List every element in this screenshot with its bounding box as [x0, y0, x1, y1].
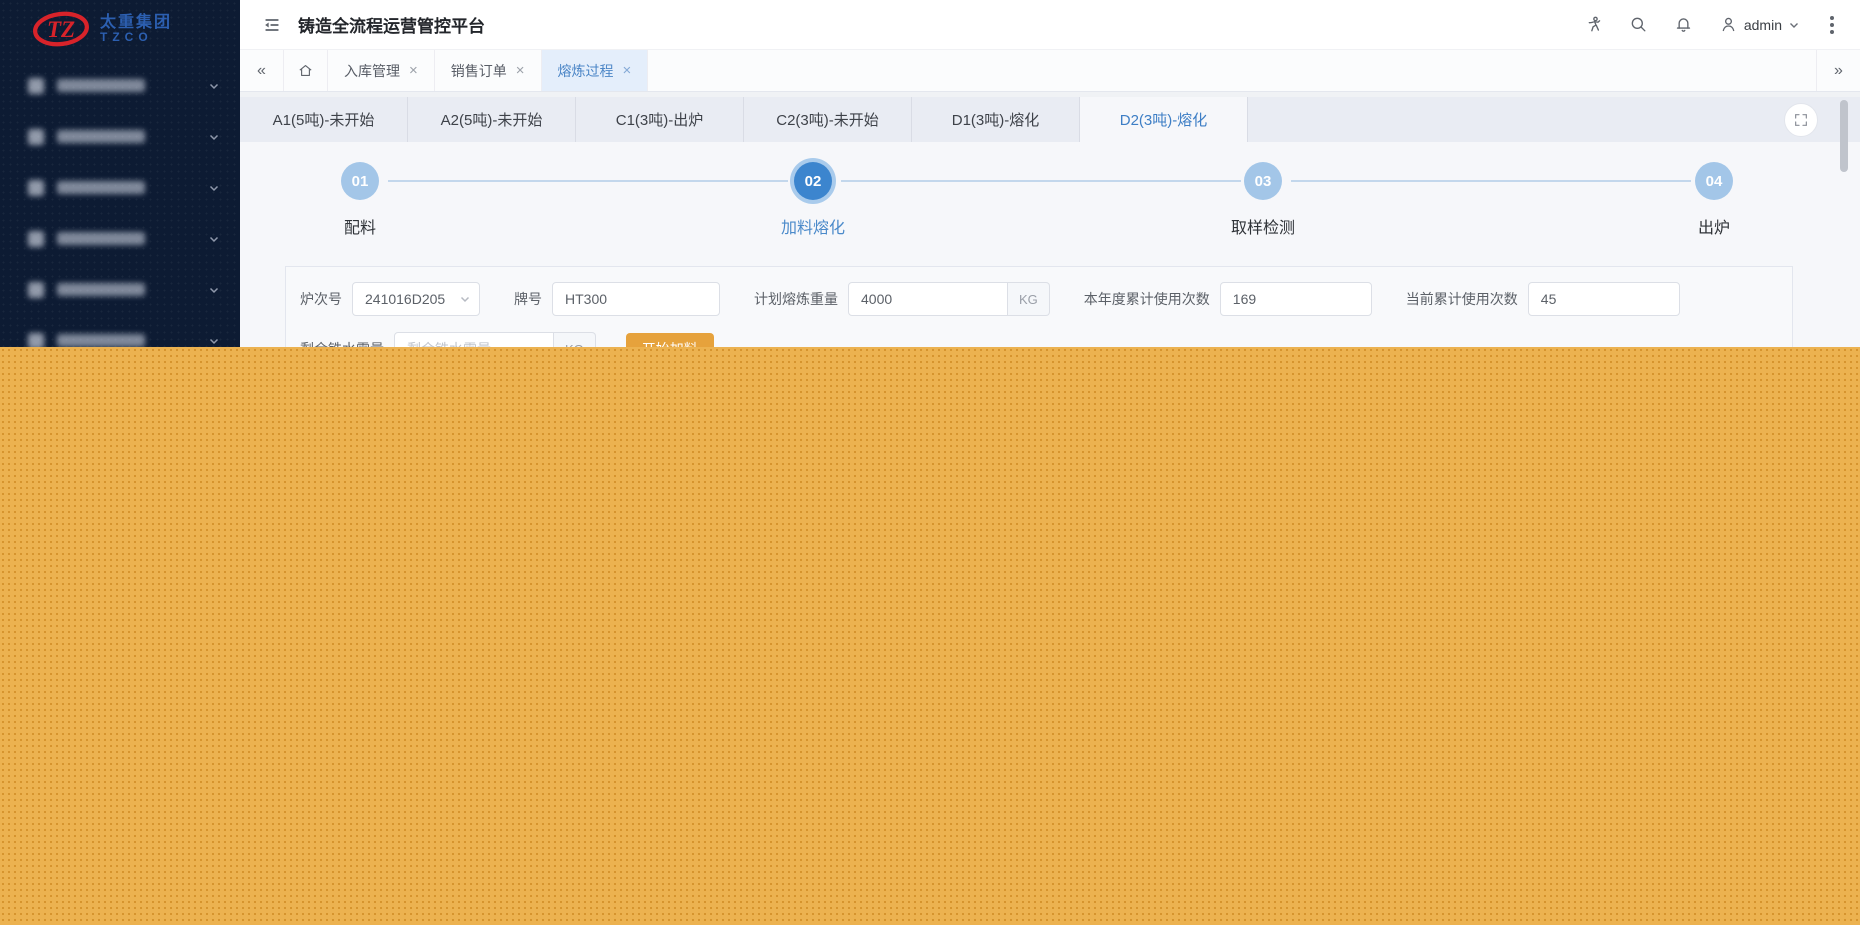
home-tab[interactable]	[284, 50, 328, 91]
tab-bar-spacer	[648, 50, 1816, 91]
current-usage-count-input[interactable]	[1527, 282, 1680, 316]
nav-tab-sales-order[interactable]: 销售订单	[435, 50, 542, 91]
process-stepper: 01 配料 02 加料熔化 03 取样检测 04 出炉	[240, 142, 1860, 254]
vertical-scrollbar-thumb[interactable]	[1840, 100, 1848, 172]
chevron-down-icon	[208, 233, 220, 245]
step-3-sampling-test[interactable]: 03 取样检测	[1231, 142, 1295, 238]
furnace-tab-d1[interactable]: D1(3吨)-熔化	[912, 97, 1080, 142]
step-label: 加料熔化	[780, 220, 846, 237]
sidebar-item-redacted-2[interactable]	[0, 111, 240, 162]
furnace-tab-a2[interactable]: A2(5吨)-未开始	[408, 97, 576, 142]
nav-tab-bar: 入库管理 销售订单 熔炼过程	[240, 50, 1860, 92]
sidebar-item-redacted-4[interactable]	[0, 213, 240, 264]
sidebar-item-redacted-1[interactable]	[0, 60, 240, 111]
step-connector	[841, 180, 1241, 182]
fullscreen-button[interactable]	[1784, 102, 1818, 137]
current-usage-count-label: 当前累计使用次数	[1405, 291, 1518, 307]
planned-melt-weight-input[interactable]	[848, 282, 1008, 316]
header-actions: admin	[1584, 14, 1838, 36]
kg-unit-suffix: KG	[1008, 282, 1050, 316]
nav-tab-melting-process[interactable]: 熔炼过程	[541, 50, 649, 91]
user-icon	[1722, 17, 1735, 32]
step-label: 配料	[343, 220, 376, 237]
step-label: 出炉	[1697, 220, 1730, 237]
sidebar-menu	[0, 58, 240, 366]
bell-icon[interactable]	[1674, 15, 1693, 34]
close-icon[interactable]	[409, 63, 418, 78]
chevron-down-icon	[208, 182, 220, 194]
nav-tab-label: 销售订单	[450, 62, 507, 79]
close-icon[interactable]	[516, 63, 525, 78]
step-connector	[1291, 180, 1691, 182]
sidebar-item-redacted-3[interactable]	[0, 162, 240, 213]
furnace-tab-c1[interactable]: C1(3吨)-出炉	[576, 97, 744, 142]
logo: TZ 太重集团 TZCO	[0, 0, 240, 58]
page-title: 铸造全流程运营管控平台	[298, 17, 485, 36]
step-number: 03	[1243, 162, 1282, 200]
fullscreen-icon	[1795, 113, 1807, 126]
company-name-en: TZCO	[100, 30, 153, 45]
nav-tab-label: 入库管理	[344, 62, 400, 79]
step-2-charging-melting[interactable]: 02 加料熔化	[781, 142, 845, 238]
sidebar-item-icon	[28, 179, 44, 196]
nav-tab-label: 熔炼过程	[557, 62, 614, 79]
heat-number-label: 炉次号	[300, 291, 342, 307]
furnace-tab-c2[interactable]: C2(3吨)-未开始	[744, 97, 912, 142]
home-icon	[299, 64, 312, 77]
company-name-cn: 太重集团	[100, 13, 173, 31]
sidebar-item-label-redacted	[57, 334, 145, 347]
sidebar-item-label-redacted	[57, 283, 145, 296]
kebab-menu-icon[interactable]	[1826, 14, 1838, 36]
svg-text:TZ: TZ	[47, 17, 75, 42]
furnace-tab-a1[interactable]: A1(5吨)-未开始	[240, 97, 408, 142]
sidebar-item-icon	[28, 128, 44, 145]
sidebar-item-label-redacted	[57, 130, 145, 143]
furnace-tab-d2[interactable]: D2(3吨)-熔化	[1080, 97, 1248, 142]
grade-input[interactable]	[552, 282, 720, 316]
chevron-down-icon	[208, 335, 220, 347]
app-header: 铸造全流程运营管控平台 admin	[240, 0, 1860, 50]
furnace-tab-strip: A1(5吨)-未开始 A2(5吨)-未开始 C1(3吨)-出炉 C2(3吨)-未…	[240, 97, 1860, 142]
planned-melt-weight-label: 计划熔炼重量	[754, 291, 838, 307]
close-icon[interactable]	[623, 63, 632, 78]
nav-tab-inbound[interactable]: 入库管理	[328, 50, 435, 91]
step-number: 01	[341, 162, 379, 200]
step-label: 取样检测	[1230, 220, 1296, 237]
step-number: 02	[793, 162, 832, 200]
step-4-tapping[interactable]: 04 出炉	[1695, 142, 1733, 238]
user-name: admin	[1743, 16, 1782, 33]
collapse-menu-icon[interactable]	[262, 15, 282, 35]
form-row-1: 炉次号 牌号	[300, 278, 1778, 320]
redaction-overlay	[0, 347, 1860, 925]
sidebar-item-icon	[28, 281, 44, 298]
step-1-peiliao[interactable]: 01 配料	[341, 142, 379, 238]
step-connector	[388, 180, 788, 182]
chevron-down-icon	[208, 80, 220, 92]
yearly-usage-count-input[interactable]	[1219, 282, 1372, 316]
sidebar-item-label-redacted	[57, 232, 145, 245]
search-icon[interactable]	[1629, 15, 1648, 34]
sidebar-item-redacted-5[interactable]	[0, 264, 240, 315]
tzco-logo-emblem: TZ	[33, 11, 89, 47]
sidebar-item-label-redacted	[57, 79, 145, 92]
step-number: 04	[1695, 162, 1733, 200]
yearly-usage-count-label: 本年度累计使用次数	[1083, 291, 1210, 307]
chevron-down-icon	[208, 131, 220, 143]
scroll-tabs-left-button[interactable]	[240, 50, 284, 91]
scroll-tabs-right-button[interactable]	[1816, 50, 1860, 91]
sidebar-item-label-redacted	[57, 181, 145, 194]
sidebar-item-icon	[28, 77, 44, 94]
chevron-down-icon	[1790, 22, 1798, 28]
sidebar-item-icon	[28, 230, 44, 247]
user-menu[interactable]: admin	[1719, 15, 1800, 34]
chevron-down-icon	[459, 293, 471, 305]
guide-icon[interactable]	[1584, 15, 1603, 34]
chevron-down-icon	[208, 284, 220, 296]
grade-label: 牌号	[514, 291, 542, 307]
